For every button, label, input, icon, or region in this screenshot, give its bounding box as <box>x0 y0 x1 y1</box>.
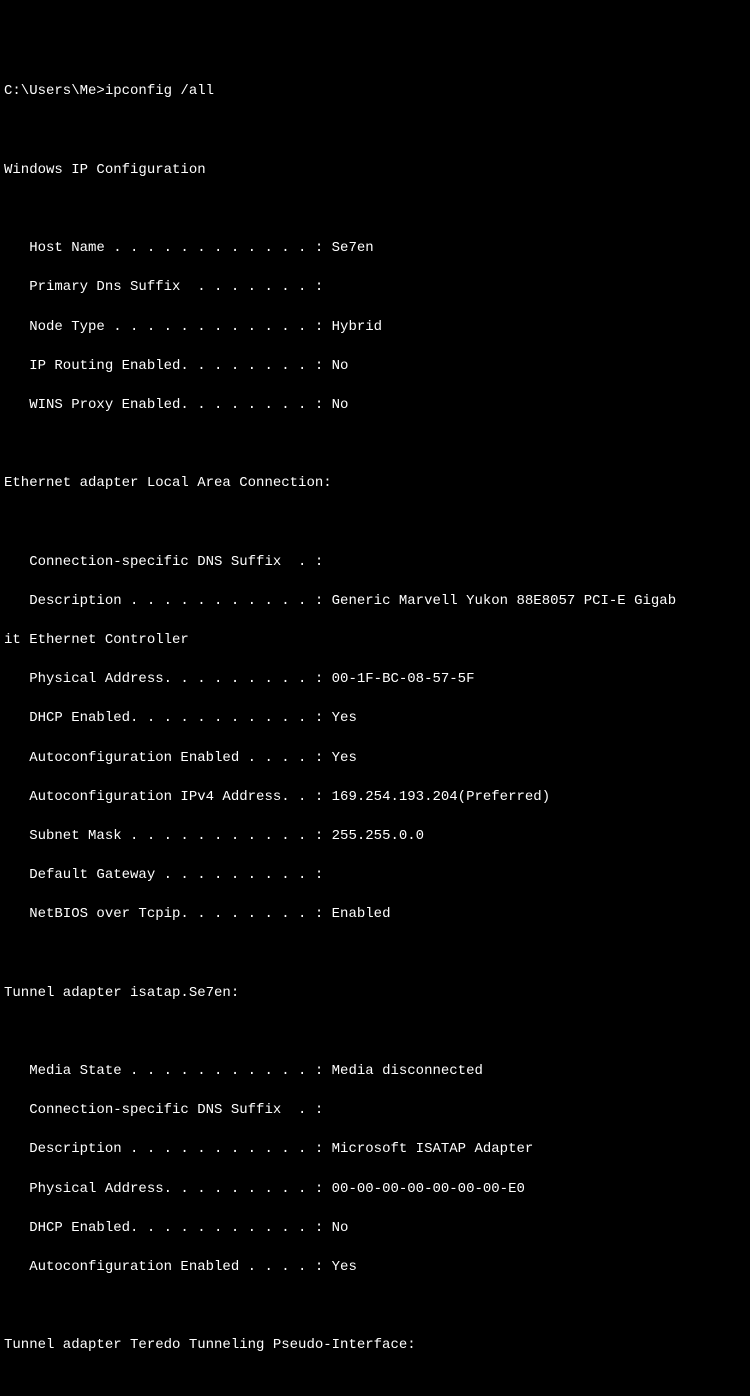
value: 169.254.193.204(Preferred) <box>332 789 550 805</box>
row-physical-address: Physical Address. . . . . . . . . : 00-1… <box>4 670 750 690</box>
label: Autoconfiguration Enabled . . . . : <box>4 750 332 766</box>
value: 00-00-00-00-00-00-00-E0 <box>332 1181 525 1197</box>
value: Yes <box>332 750 357 766</box>
row-wins-proxy: WINS Proxy Enabled. . . . . . . . : No <box>4 396 750 416</box>
label: Node Type . . . . . . . . . . . . : <box>4 319 332 335</box>
row-node-type: Node Type . . . . . . . . . . . . : Hybr… <box>4 318 750 338</box>
label: Connection-specific DNS Suffix . : <box>4 554 323 570</box>
label: Connection-specific DNS Suffix . : <box>4 1102 323 1118</box>
label: DHCP Enabled. . . . . . . . . . . : <box>4 710 332 726</box>
row-netbios: NetBIOS over Tcpip. . . . . . . . : Enab… <box>4 905 750 925</box>
row-autoconfig: Autoconfiguration Enabled . . . . : Yes <box>4 1258 750 1278</box>
label: Description . . . . . . . . . . . : <box>4 593 332 609</box>
row-description-wrap: it Ethernet Controller <box>4 631 750 651</box>
row-subnet-mask: Subnet Mask . . . . . . . . . . . : 255.… <box>4 827 750 847</box>
row-ip-routing: IP Routing Enabled. . . . . . . . : No <box>4 357 750 377</box>
section-header-teredo: Tunnel adapter Teredo Tunneling Pseudo-I… <box>4 1336 750 1356</box>
label: Primary Dns Suffix . . . . . . . : <box>4 279 323 295</box>
label: Physical Address. . . . . . . . . : <box>4 671 332 687</box>
label: NetBIOS over Tcpip. . . . . . . . : <box>4 906 332 922</box>
section-header-winip: Windows IP Configuration <box>4 161 750 181</box>
label: IP Routing Enabled. . . . . . . . : <box>4 358 332 374</box>
value: 255.255.0.0 <box>332 828 424 844</box>
value: Media disconnected <box>332 1063 483 1079</box>
value: Microsoft ISATAP Adapter <box>332 1141 534 1157</box>
value: Se7en <box>332 240 374 256</box>
value: Yes <box>332 1259 357 1275</box>
row-host-name: Host Name . . . . . . . . . . . . : Se7e… <box>4 239 750 259</box>
value: Yes <box>332 710 357 726</box>
value: No <box>332 397 349 413</box>
row-default-gateway: Default Gateway . . . . . . . . . : <box>4 866 750 886</box>
row-description: Description . . . . . . . . . . . : Gene… <box>4 592 750 612</box>
label: Media State . . . . . . . . . . . : <box>4 1063 332 1079</box>
row-primary-dns: Primary Dns Suffix . . . . . . . : <box>4 278 750 298</box>
value: Enabled <box>332 906 391 922</box>
label: Physical Address. . . . . . . . . : <box>4 1181 332 1197</box>
label: Subnet Mask . . . . . . . . . . . : <box>4 828 332 844</box>
row-dns-suffix: Connection-specific DNS Suffix . : <box>4 1101 750 1121</box>
row-dhcp: DHCP Enabled. . . . . . . . . . . : Yes <box>4 709 750 729</box>
label: Autoconfiguration IPv4 Address. . : <box>4 789 332 805</box>
label: Description . . . . . . . . . . . : <box>4 1141 332 1157</box>
value: Generic Marvell Yukon 88E8057 PCI-E Giga… <box>332 593 676 609</box>
label: DHCP Enabled. . . . . . . . . . . : <box>4 1220 332 1236</box>
section-header-ethernet: Ethernet adapter Local Area Connection: <box>4 474 750 494</box>
value: No <box>332 1220 349 1236</box>
section-header-isatap: Tunnel adapter isatap.Se7en: <box>4 984 750 1004</box>
row-media-state: Media State . . . . . . . . . . . : Medi… <box>4 1062 750 1082</box>
row-autoconfig-ipv4: Autoconfiguration IPv4 Address. . : 169.… <box>4 788 750 808</box>
value: No <box>332 358 349 374</box>
value: Hybrid <box>332 319 382 335</box>
label: Default Gateway . . . . . . . . . : <box>4 867 323 883</box>
label: Autoconfiguration Enabled . . . . : <box>4 1259 332 1275</box>
row-dhcp: DHCP Enabled. . . . . . . . . . . : No <box>4 1219 750 1239</box>
prompt-line: C:\Users\Me>ipconfig /all <box>4 82 750 102</box>
row-description: Description . . . . . . . . . . . : Micr… <box>4 1140 750 1160</box>
row-dns-suffix: Connection-specific DNS Suffix . : <box>4 553 750 573</box>
value: 00-1F-BC-08-57-5F <box>332 671 475 687</box>
terminal-output: C:\Users\Me>ipconfig /all Windows IP Con… <box>4 82 750 1396</box>
row-autoconfig: Autoconfiguration Enabled . . . . : Yes <box>4 749 750 769</box>
row-physical-address: Physical Address. . . . . . . . . : 00-0… <box>4 1180 750 1200</box>
label: Host Name . . . . . . . . . . . . : <box>4 240 332 256</box>
label: WINS Proxy Enabled. . . . . . . . : <box>4 397 332 413</box>
